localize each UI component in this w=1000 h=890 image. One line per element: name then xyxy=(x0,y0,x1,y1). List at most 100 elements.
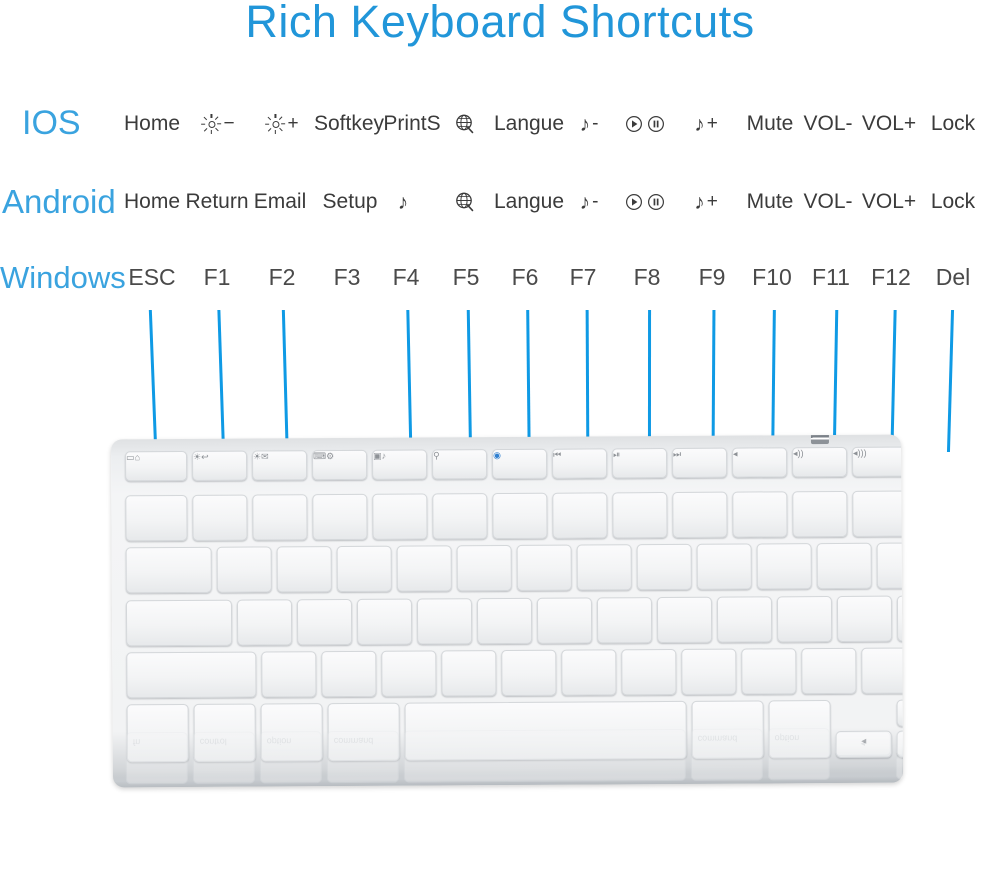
key-space[interactable] xyxy=(404,700,687,761)
key-r[interactable] xyxy=(396,545,452,592)
key-f1[interactable]: ☀↩ xyxy=(192,450,248,481)
key-f3[interactable]: ⌨⚙ xyxy=(312,449,368,481)
key-esc[interactable]: ▭⌂ xyxy=(125,450,188,482)
key-f12[interactable]: ◂))) xyxy=(852,446,904,477)
key-1[interactable] xyxy=(192,494,248,541)
key-f11[interactable]: ◂)) xyxy=(792,446,848,478)
key-icon-primary: ⌨ xyxy=(313,451,327,462)
key-x[interactable]: ▴ xyxy=(896,699,904,727)
key-l[interactable] xyxy=(716,596,773,643)
key-0[interactable] xyxy=(732,491,788,538)
key-return[interactable] xyxy=(896,595,904,642)
reflection-fade xyxy=(0,780,1000,890)
key-f5[interactable]: ⚲ xyxy=(432,449,488,480)
printer-icon xyxy=(810,434,829,445)
key-icon-primary: ▭ xyxy=(126,452,135,463)
key-f4[interactable]: ▣♪ xyxy=(372,449,428,480)
key-f7[interactable]: ⏮ xyxy=(552,448,608,479)
key-icon-primary: ▣ xyxy=(373,450,382,461)
key--[interactable] xyxy=(816,542,872,590)
key-f10[interactable]: ◂ xyxy=(732,447,788,478)
keyboard-illustration: ▭⌂☀↩☀✉⌨⚙▣♪⚲◉⏮⏯⏭◂◂))◂)))🔒◂▴▾▸ fncontrolop… xyxy=(0,0,1000,890)
infographic-root: Rich Keyboard Shortcuts IOS Home − + Softke… xyxy=(0,0,1000,890)
key--[interactable] xyxy=(125,494,188,542)
key-y[interactable] xyxy=(516,544,572,591)
key-9[interactable] xyxy=(672,491,728,538)
key-4[interactable] xyxy=(372,493,428,540)
key-fn[interactable] xyxy=(126,703,189,763)
key-b[interactable] xyxy=(501,649,557,697)
key-5[interactable] xyxy=(432,493,488,540)
key-e[interactable] xyxy=(336,545,392,593)
key-icon: ⏯ xyxy=(613,449,621,460)
key-h[interactable] xyxy=(536,597,593,644)
arrow-glyph: ▾ xyxy=(898,735,903,746)
key-m[interactable] xyxy=(621,648,677,696)
key-icon: ◂))) xyxy=(853,447,867,458)
key-3[interactable] xyxy=(312,493,368,541)
key-i[interactable] xyxy=(636,543,692,591)
key-n[interactable] xyxy=(561,649,617,696)
key-command[interactable] xyxy=(691,700,764,759)
key-v[interactable] xyxy=(441,650,497,697)
key-icon: ⚲ xyxy=(433,450,440,461)
key-c[interactable] xyxy=(381,650,437,697)
key--[interactable] xyxy=(776,596,833,643)
key-shift[interactable] xyxy=(861,647,904,694)
key-z[interactable] xyxy=(261,651,317,698)
key-g[interactable] xyxy=(476,597,533,645)
key-6[interactable] xyxy=(492,492,548,540)
key-icon-primary: ☀ xyxy=(253,451,262,462)
key-2[interactable] xyxy=(252,494,308,541)
key-caps-lock[interactable] xyxy=(125,599,233,647)
key-icon: ⏮ xyxy=(553,449,562,460)
key-f9[interactable]: ⏭ xyxy=(672,447,728,478)
key-icon: ⏭ xyxy=(673,448,682,459)
key-w[interactable] xyxy=(276,546,332,593)
key--[interactable] xyxy=(876,542,904,589)
arrow-glyph: ▴ xyxy=(898,704,903,715)
key--[interactable] xyxy=(852,490,904,537)
key-icon: ◂)) xyxy=(793,448,804,459)
key-x[interactable]: ◂ xyxy=(835,730,892,758)
key-p[interactable] xyxy=(756,543,812,590)
key-k[interactable] xyxy=(656,596,713,644)
key-d[interactable] xyxy=(356,598,413,645)
arrow-glyph: ◂ xyxy=(861,735,867,747)
key-icon-secondary: ↩ xyxy=(201,451,209,462)
key-f6[interactable]: ◉ xyxy=(492,448,548,480)
key--[interactable] xyxy=(792,490,848,538)
key-u[interactable] xyxy=(576,544,632,591)
key-7[interactable] xyxy=(552,492,608,539)
key-8[interactable] xyxy=(612,492,668,539)
key-f8[interactable]: ⏯ xyxy=(612,448,668,479)
key-f[interactable] xyxy=(416,598,473,645)
keyboard-body: ▭⌂☀↩☀✉⌨⚙▣♪⚲◉⏮⏯⏭◂◂))◂)))🔒◂▴▾▸ xyxy=(110,434,904,788)
key--[interactable] xyxy=(836,595,893,642)
key-option[interactable] xyxy=(260,703,323,762)
key-x[interactable] xyxy=(321,650,377,698)
key--[interactable] xyxy=(801,647,857,695)
key-icon: ◂ xyxy=(733,448,738,459)
key-icon-secondary: ⚙ xyxy=(326,451,335,462)
key-shift[interactable] xyxy=(126,651,257,699)
key-t[interactable] xyxy=(456,544,512,592)
key-tab[interactable] xyxy=(125,546,212,594)
key-f2[interactable]: ☀✉ xyxy=(252,450,308,481)
key-icon-primary: ☀ xyxy=(193,451,202,462)
key-control[interactable] xyxy=(193,703,256,762)
key-option[interactable] xyxy=(768,700,831,759)
key-icon-secondary: ♪ xyxy=(381,450,387,461)
key--[interactable] xyxy=(741,648,797,695)
key-j[interactable] xyxy=(596,597,653,644)
key-command[interactable] xyxy=(327,702,400,762)
key-x[interactable]: ▾ xyxy=(896,730,904,758)
key-icon-secondary: ⌂ xyxy=(134,452,141,463)
key-o[interactable] xyxy=(696,543,752,590)
key-icon-secondary: ✉ xyxy=(261,451,269,462)
key--[interactable] xyxy=(681,648,737,695)
key-s[interactable] xyxy=(296,598,353,646)
key-icon: ◉ xyxy=(493,450,501,461)
key-q[interactable] xyxy=(216,546,272,593)
key-a[interactable] xyxy=(236,599,293,646)
